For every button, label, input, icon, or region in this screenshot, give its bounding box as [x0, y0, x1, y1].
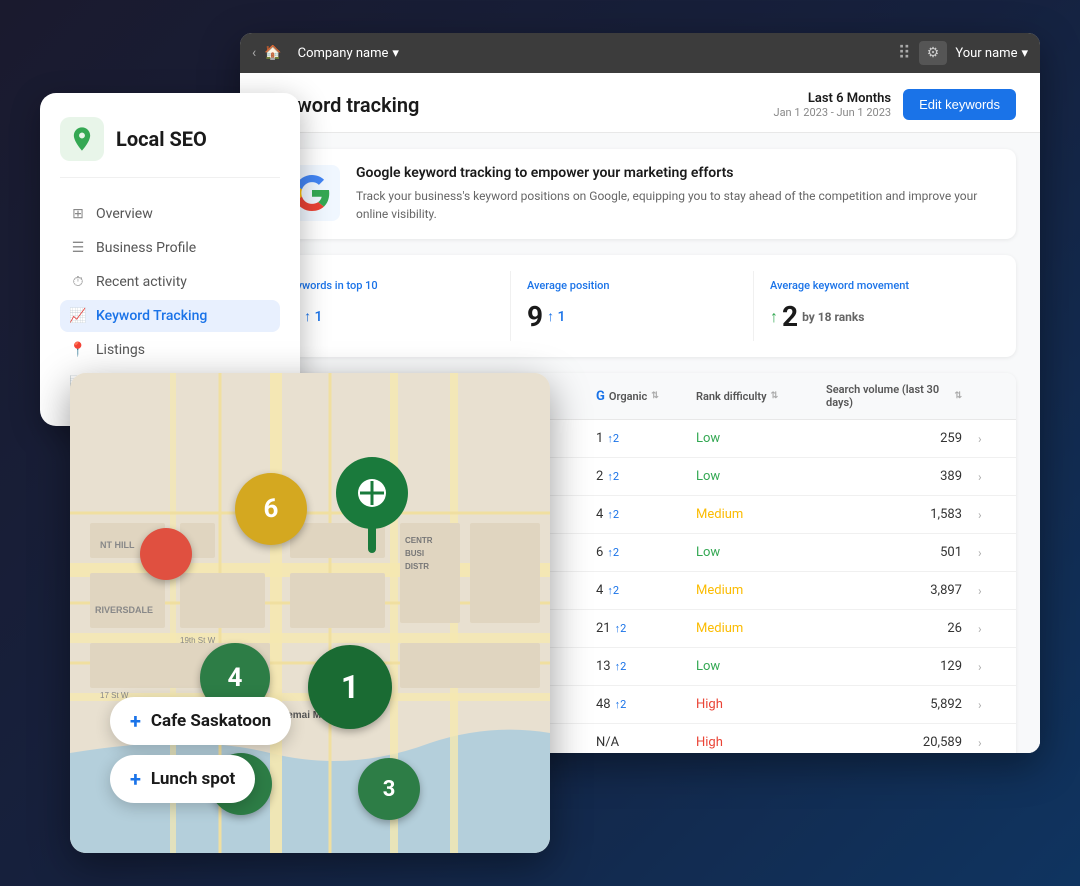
doc-icon: ☰	[70, 240, 86, 256]
company-selector[interactable]: Company name ▾	[298, 46, 399, 61]
organic-cell: 1 ↑2	[584, 420, 684, 457]
pin-icon: 📍	[70, 342, 86, 358]
expand-button[interactable]: ›	[974, 656, 1004, 678]
volume-cell: 259	[814, 420, 974, 457]
sidebar-item-recent-activity[interactable]: ⏱ Recent activity	[60, 266, 280, 298]
plus-icon: +	[130, 767, 141, 791]
expand-button[interactable]: ›	[974, 428, 1004, 450]
organic-cell: N/A	[584, 724, 684, 753]
difficulty-cell: Low	[684, 458, 814, 495]
col-organic: G Organic ⇅	[584, 373, 684, 419]
volume-cell: 26	[814, 610, 974, 647]
pin-3: 3	[358, 758, 420, 820]
date-range-sub: Jan 1 2023 - Jun 1 2023	[774, 106, 892, 119]
plus-icon: +	[130, 709, 141, 733]
stat-value-movement: ↑ 2 by 18 ranks	[770, 300, 980, 333]
expand-button[interactable]: ›	[974, 580, 1004, 602]
trending-icon: 📈	[70, 308, 86, 324]
svg-text:19th St W: 19th St W	[180, 636, 216, 645]
difficulty-cell: Medium	[684, 610, 814, 647]
col-volume: Search volume (last 30 days) ⇅	[814, 373, 974, 419]
organic-cell: 48↑2	[584, 686, 684, 723]
difficulty-cell: Low	[684, 648, 814, 685]
page-header: Keyword tracking Last 6 Months Jan 1 202…	[240, 73, 1040, 133]
organic-cell: 6↑2	[584, 534, 684, 571]
cafe-popup-card[interactable]: + Cafe Saskatoon	[110, 697, 291, 745]
pin-6: 6	[235, 473, 307, 545]
volume-cell: 389	[814, 458, 974, 495]
col-difficulty: Rank difficulty ⇅	[684, 373, 814, 419]
organic-cell: 21↑2	[584, 610, 684, 647]
difficulty-cell: High	[684, 686, 814, 723]
grid-icon: ⊞	[70, 206, 86, 222]
difficulty-cell: Medium	[684, 572, 814, 609]
user-menu[interactable]: Your name ▾	[955, 46, 1028, 61]
lunch-popup-card[interactable]: + Lunch spot	[110, 755, 255, 803]
sidebar-item-listings[interactable]: 📍 Listings	[60, 334, 280, 366]
promo-card: Google keyword tracking to empower your …	[264, 149, 1016, 239]
page-title: Keyword tracking	[264, 93, 774, 117]
main-map-pin	[332, 453, 412, 557]
volume-cell: 501	[814, 534, 974, 571]
difficulty-cell: Low	[684, 420, 814, 457]
stat-avg-movement: Average keyword movement ↑ 2 by 18 ranks	[754, 271, 996, 341]
stat-keywords-top10: Keywords in top 10 5 ↑ 1	[284, 271, 511, 341]
sidebar-item-overview[interactable]: ⊞ Overview	[60, 198, 280, 230]
home-icon[interactable]: 🏠	[264, 45, 281, 61]
expand-button[interactable]: ›	[974, 542, 1004, 564]
volume-cell: 1,583	[814, 496, 974, 533]
logo-icon	[60, 117, 104, 161]
apps-grid-icon[interactable]: ⠿	[898, 43, 911, 64]
organic-cell: 4↑2	[584, 572, 684, 609]
stat-value-position: 9 ↑ 1	[527, 300, 737, 333]
col-expand	[974, 373, 1004, 419]
difficulty-cell: Medium	[684, 496, 814, 533]
expand-button[interactable]: ›	[974, 618, 1004, 640]
pin-red	[140, 528, 192, 580]
volume-cell: 5,892	[814, 686, 974, 723]
clock-icon: ⏱	[70, 274, 86, 290]
expand-button[interactable]: ›	[974, 466, 1004, 488]
svg-text:DISTR: DISTR	[405, 562, 429, 571]
expand-button[interactable]: ›	[974, 504, 1004, 526]
logo-text: Local SEO	[116, 127, 207, 151]
map-background: NT HILL RIVERSDALE CENTR BUSI DISTR Rema…	[70, 373, 550, 853]
difficulty-cell: High	[684, 724, 814, 753]
back-button[interactable]: ‹	[252, 45, 256, 61]
promo-text: Google keyword tracking to empower your …	[356, 165, 996, 223]
expand-button[interactable]: ›	[974, 694, 1004, 716]
app-header: ‹ 🏠 Company name ▾ ⠿ ⚙ Your name ▾	[240, 33, 1040, 73]
pin-1: 1	[308, 645, 392, 729]
map-overlay: NT HILL RIVERSDALE CENTR BUSI DISTR Rema…	[70, 373, 550, 853]
expand-button[interactable]: ›	[974, 732, 1004, 754]
organic-cell: 2 ↑2	[584, 458, 684, 495]
logo-area: Local SEO	[60, 117, 280, 178]
volume-cell: 129	[814, 648, 974, 685]
svg-text:RIVERSDALE: RIVERSDALE	[95, 605, 153, 615]
volume-cell: 3,897	[814, 572, 974, 609]
stats-card: Keywords in top 10 5 ↑ 1 Average positio…	[264, 255, 1016, 357]
sidebar-item-business-profile[interactable]: ☰ Business Profile	[60, 232, 280, 264]
settings-icon[interactable]: ⚙	[919, 41, 948, 65]
stat-avg-position: Average position 9 ↑ 1	[511, 271, 754, 341]
date-range-label: Last 6 Months	[774, 91, 892, 106]
stat-value-keywords: 5 ↑ 1	[284, 300, 494, 333]
date-range-selector[interactable]: Last 6 Months Jan 1 2023 - Jun 1 2023	[774, 91, 892, 119]
svg-text:NT HILL: NT HILL	[100, 540, 135, 550]
volume-cell: 20,589	[814, 724, 974, 753]
organic-cell: 4↑2	[584, 496, 684, 533]
sidebar-item-keyword-tracking[interactable]: 📈 Keyword Tracking	[60, 300, 280, 332]
organic-cell: 13↑2	[584, 648, 684, 685]
difficulty-cell: Low	[684, 534, 814, 571]
edit-keywords-button[interactable]: Edit keywords	[903, 89, 1016, 120]
